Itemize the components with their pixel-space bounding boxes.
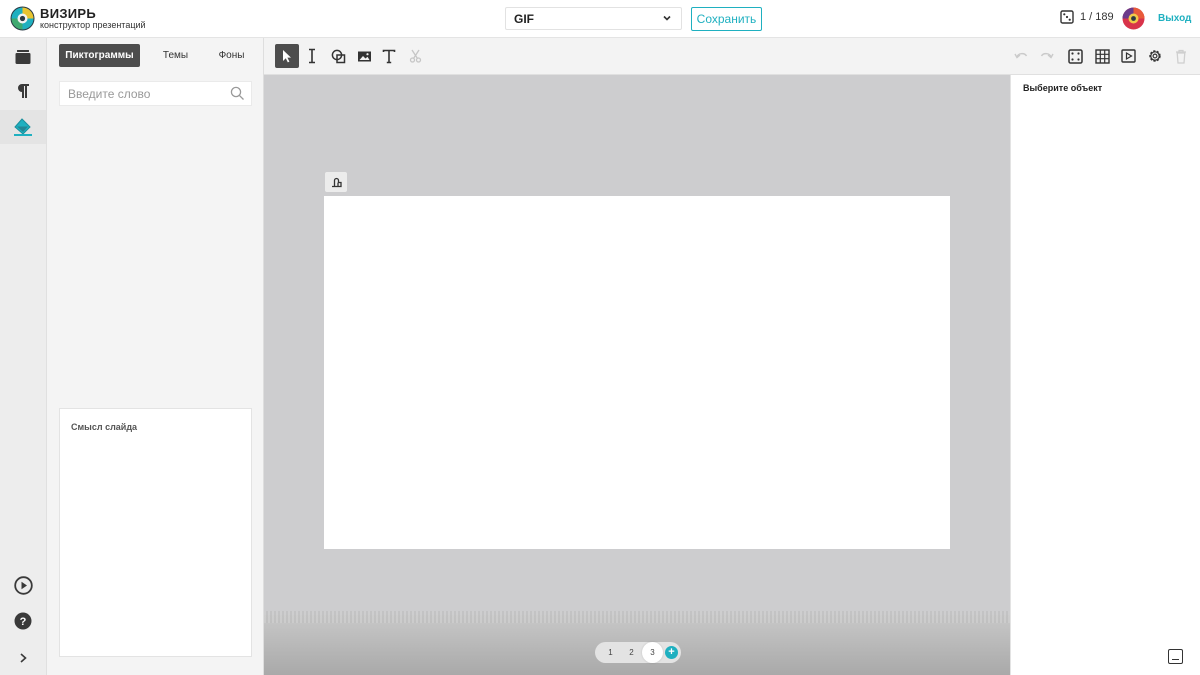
select-tool-button[interactable] (275, 44, 299, 68)
slide-pager: 1 2 3 + (595, 642, 681, 663)
redo-button[interactable] (1035, 44, 1059, 68)
text-cursor-tool-button[interactable] (300, 44, 324, 68)
rail-fill-button[interactable] (0, 110, 46, 144)
panel-tabs: Пиктограммы Темы Фоны (59, 44, 252, 67)
dice-icon (1060, 10, 1074, 24)
scissors-icon (409, 49, 421, 63)
search-icon[interactable] (230, 86, 245, 101)
delete-button[interactable] (1169, 44, 1193, 68)
chevron-down-icon (663, 15, 671, 21)
page-button-3[interactable]: 3 (642, 642, 663, 663)
settings-button[interactable] (1143, 44, 1167, 68)
chevron-right-icon (20, 653, 27, 663)
left-icon-rail: ? (0, 38, 47, 675)
rail-play-button[interactable] (0, 568, 46, 602)
avatar[interactable] (1122, 7, 1145, 30)
minimize-button[interactable] (1168, 649, 1183, 664)
properties-title: Выберите объект (1023, 83, 1103, 93)
counter-text: 1 / 189 (1080, 11, 1114, 23)
page-button-2[interactable]: 2 (621, 642, 642, 663)
rail-text-button[interactable] (0, 74, 46, 108)
canvas-divider (264, 611, 1010, 623)
slide-canvas[interactable] (324, 196, 950, 549)
layers-icon (15, 50, 31, 64)
text-icon (382, 49, 396, 63)
format-select-value: GIF (514, 11, 534, 26)
cut-tool-button[interactable] (403, 44, 427, 68)
preview-icon (1120, 49, 1136, 63)
image-icon (357, 51, 371, 61)
top-bar: ВИЗИРЬ конструктор презентаций GIF Сохра… (0, 0, 1200, 38)
tab-themes[interactable]: Темы (140, 44, 211, 67)
shapes-icon (331, 49, 345, 63)
tab-pictograms[interactable]: Пиктограммы (59, 44, 140, 67)
grid-button[interactable] (1090, 44, 1114, 68)
search-box (59, 81, 252, 106)
play-circle-icon (13, 575, 33, 595)
logout-link[interactable]: Выход (1158, 13, 1191, 24)
image-tool-button[interactable] (352, 44, 376, 68)
logo-icon (10, 6, 35, 31)
editor-canvas[interactable]: 1 2 3 + (264, 75, 1010, 675)
left-panel: Пиктограммы Темы Фоны Смысл слайда (47, 38, 264, 675)
slide-meaning-title: Смысл слайда (71, 422, 138, 432)
svg-text:?: ? (20, 616, 27, 628)
rail-help-button[interactable]: ? (0, 604, 46, 638)
redo-icon (1040, 52, 1054, 59)
text-cursor-icon (309, 48, 315, 64)
app-subtitle: конструктор презентаций (40, 20, 146, 30)
shapes-tool-button[interactable] (326, 44, 350, 68)
dice-counter[interactable]: 1 / 189 (1060, 10, 1114, 24)
random-button[interactable] (1063, 44, 1087, 68)
dice-icon (1067, 48, 1083, 64)
properties-panel: Выберите объект (1010, 75, 1200, 675)
trash-icon (1176, 49, 1186, 64)
format-select[interactable]: GIF (505, 7, 682, 30)
slide-options-button[interactable] (325, 172, 347, 192)
page-button-1[interactable]: 1 (600, 642, 621, 663)
paint-bucket-icon (14, 118, 32, 136)
rail-expand-button[interactable] (0, 641, 46, 675)
tab-backgrounds[interactable]: Фоны (211, 44, 252, 67)
paragraph-icon (18, 84, 29, 98)
undo-icon (1014, 52, 1028, 59)
slide-link-icon (331, 177, 342, 188)
undo-button[interactable] (1009, 44, 1033, 68)
add-slide-button[interactable]: + (665, 646, 678, 659)
rail-layers-button[interactable] (0, 40, 46, 74)
grid-icon (1094, 48, 1110, 64)
toolbar (264, 38, 1200, 75)
help-icon: ? (14, 612, 32, 630)
text-tool-button[interactable] (377, 44, 401, 68)
slide-meaning-box[interactable]: Смысл слайда (59, 408, 252, 657)
settings-icon (1149, 50, 1161, 62)
app-title: ВИЗИРЬ (40, 6, 97, 21)
logo[interactable]: ВИЗИРЬ конструктор презентаций (10, 6, 146, 31)
save-button[interactable]: Сохранить (691, 7, 762, 31)
pointer-icon (283, 50, 291, 63)
preview-button[interactable] (1116, 44, 1140, 68)
search-input[interactable] (60, 82, 220, 105)
